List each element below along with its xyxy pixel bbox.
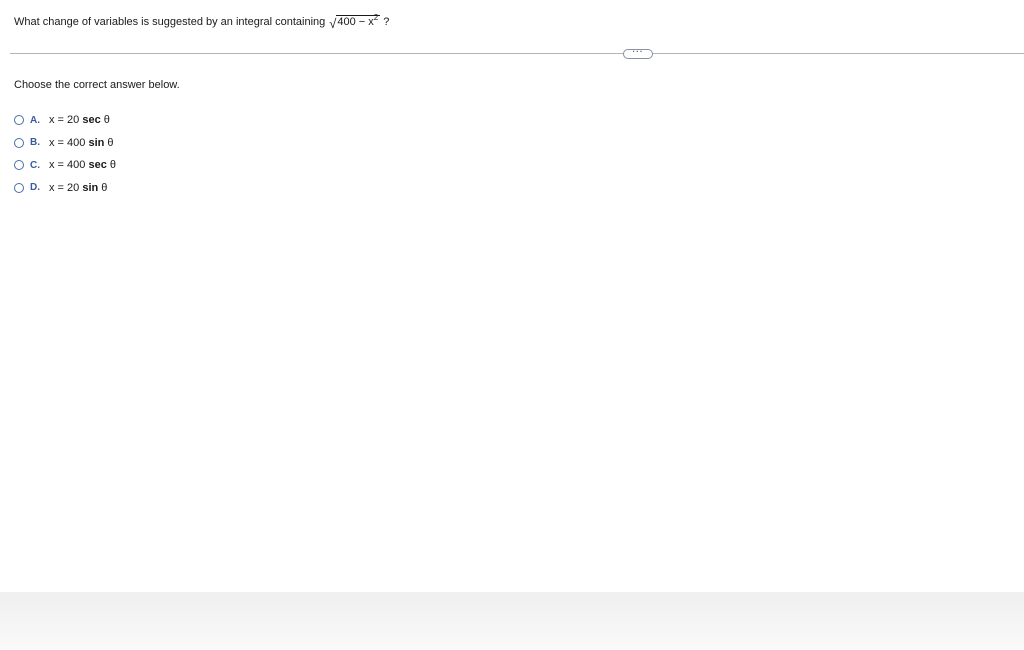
- question-stem: What change of variables is suggested by…: [14, 16, 326, 28]
- answer-variable: θ: [98, 181, 108, 194]
- expand-more-button[interactable]: ···: [623, 47, 653, 59]
- answer-variable: θ: [106, 159, 116, 172]
- answer-prompt: Choose the correct answer below.: [14, 79, 180, 91]
- question-text: What change of variables is suggested by…: [14, 12, 389, 32]
- answer-lhs: x = 20: [49, 114, 83, 127]
- ellipsis-icon: ···: [632, 47, 644, 56]
- option-letter: C.: [30, 159, 40, 171]
- answer-function: sin: [88, 136, 105, 149]
- answer-function: sin: [82, 181, 99, 194]
- answer-lhs: x = 20: [49, 181, 83, 194]
- radio-button-b[interactable]: [14, 137, 24, 148]
- question-mark: ?: [383, 16, 390, 28]
- section-divider: [10, 53, 1024, 54]
- answer-function: sec: [88, 159, 107, 172]
- answer-lhs: x = 400: [49, 159, 89, 172]
- footer-band: [0, 592, 1024, 650]
- answer-variable: θ: [104, 136, 114, 149]
- option-d[interactable]: D. x = 20 sin θ: [14, 177, 116, 200]
- option-answer: x = 20 sin θ: [49, 182, 107, 194]
- square-root-symbol: √: [329, 15, 337, 31]
- radio-button-a[interactable]: [14, 115, 24, 126]
- answer-variable: θ: [100, 114, 110, 127]
- answer-options: A. x = 20 sec θ B. x = 400 sin θ C. x = …: [14, 109, 116, 199]
- question-page: What change of variables is suggested by…: [0, 0, 1024, 650]
- option-letter: A.: [30, 114, 40, 126]
- radio-button-d[interactable]: [14, 182, 24, 193]
- option-answer: x = 400 sec θ: [49, 159, 116, 171]
- option-b[interactable]: B. x = 400 sin θ: [14, 132, 116, 155]
- radicand-base: 400 − x: [337, 16, 374, 28]
- option-letter: B.: [30, 137, 40, 149]
- option-answer: x = 400 sin θ: [49, 137, 114, 149]
- option-a[interactable]: A. x = 20 sec θ: [14, 109, 116, 132]
- answer-lhs: x = 400: [49, 136, 89, 149]
- radicand-exponent: 2: [373, 13, 379, 22]
- option-letter: D.: [30, 182, 40, 194]
- option-c[interactable]: C. x = 400 sec θ: [14, 154, 116, 177]
- answer-function: sec: [82, 114, 101, 127]
- radicand: 400 − x 2: [336, 13, 381, 29]
- radical-expression: √ 400 − x 2: [329, 13, 381, 31]
- option-answer: x = 20 sec θ: [49, 114, 110, 126]
- radio-button-c[interactable]: [14, 160, 24, 171]
